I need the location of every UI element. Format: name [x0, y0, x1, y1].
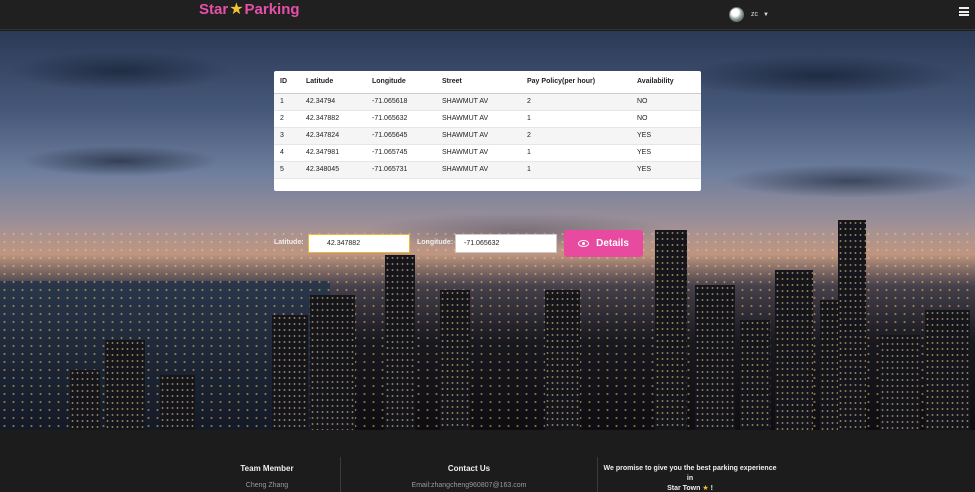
cell-id: 5 [274, 161, 300, 179]
brand-text-parking: Parking [244, 1, 300, 18]
coordinate-form: Latitude: Longitude: Details [274, 230, 694, 258]
team-member-name: Cheng Zhang [245, 482, 289, 489]
brand-logo[interactable]: Star ★ Parking [199, 1, 300, 18]
cell-latitude: 42.347824 [300, 127, 366, 145]
building [880, 335, 920, 430]
footer-divider [340, 457, 341, 492]
team-member-heading: Team Member [240, 464, 294, 473]
cell-pay-policy: 1 [521, 110, 631, 128]
longitude-label: Longitude: [417, 239, 454, 246]
cell-availability: YES [631, 144, 701, 162]
col-header-pay-policy: Pay Policy(per hour) [521, 71, 631, 94]
cell-street: SHAWMUT AV [436, 93, 521, 111]
latitude-label: Latitude: [274, 239, 304, 246]
cell-id: 3 [274, 127, 300, 145]
top-navbar: Star ★ Parking zc ▼ [0, 0, 975, 30]
cell-availability: YES [631, 127, 701, 145]
cell-availability: NO [631, 110, 701, 128]
building [655, 230, 687, 430]
longitude-input[interactable] [455, 234, 557, 253]
cell-latitude: 42.347981 [300, 144, 366, 162]
building [775, 270, 813, 430]
table-row[interactable]: 3 42.347824 -71.065645 SHAWMUT AV 2 YES [274, 127, 701, 145]
cell-longitude: -71.065745 [366, 144, 436, 162]
building [838, 220, 866, 430]
avatar[interactable] [729, 7, 744, 22]
star-icon: ★ [229, 0, 244, 18]
col-header-longitude: Longitude [366, 71, 436, 94]
cell-street: SHAWMUT AV [436, 127, 521, 145]
caret-down-icon[interactable]: ▼ [763, 12, 769, 18]
cell-street: SHAWMUT AV [436, 110, 521, 128]
building [310, 295, 355, 430]
footer-divider [597, 457, 598, 492]
user-menu[interactable]: zc ▼ [729, 7, 769, 22]
cell-street: SHAWMUT AV [436, 144, 521, 162]
table-row[interactable]: 5 42.348045 -71.065731 SHAWMUT AV 1 YES [274, 161, 701, 179]
building [105, 340, 145, 430]
footer-promise: We promise to give you the best parking … [600, 464, 780, 492]
table-row[interactable]: 1 42.34794 -71.065618 SHAWMUT AV 2 NO [274, 93, 701, 111]
building [695, 285, 735, 430]
details-button-label: Details [596, 238, 629, 249]
details-button[interactable]: Details [564, 230, 643, 257]
cell-availability: NO [631, 93, 701, 111]
promise-line-1: We promise to give you the best parking … [603, 465, 777, 482]
cell-id: 4 [274, 144, 300, 162]
building [160, 375, 195, 430]
footer: Team Member Cheng Zhang Contact Us Email… [0, 430, 975, 492]
hamburger-menu-icon[interactable] [959, 7, 969, 16]
col-header-street: Street [436, 71, 521, 94]
eye-icon [578, 240, 590, 247]
building [925, 310, 970, 430]
contact-email[interactable]: Email:zhangcheng960807@163.com [380, 482, 558, 489]
col-header-availability: Availability [631, 71, 701, 94]
parking-table: ID Latitude Longitude Street Pay Policy(… [274, 71, 701, 179]
user-name[interactable]: zc [751, 11, 758, 18]
cell-pay-policy: 2 [521, 93, 631, 111]
building [740, 320, 770, 430]
footer-contact-column: Contact Us Email:zhangcheng960807@163.co… [380, 464, 558, 489]
table-header-row: ID Latitude Longitude Street Pay Policy(… [274, 71, 701, 94]
col-header-latitude: Latitude [300, 71, 366, 94]
cell-latitude: 42.348045 [300, 161, 366, 179]
latitude-input[interactable] [308, 234, 410, 253]
promise-exclamation: ! [710, 485, 713, 492]
cell-street: SHAWMUT AV [436, 161, 521, 179]
parking-table-panel: ID Latitude Longitude Street Pay Policy(… [274, 71, 701, 191]
building [440, 290, 470, 430]
col-header-id: ID [274, 71, 300, 94]
table-row[interactable]: 4 42.347981 -71.065745 SHAWMUT AV 1 YES [274, 144, 701, 162]
cell-latitude: 42.347882 [300, 110, 366, 128]
cell-longitude: -71.065618 [366, 93, 436, 111]
building [385, 255, 415, 430]
cell-longitude: -71.065645 [366, 127, 436, 145]
brand-text-star: Star [199, 1, 229, 18]
footer-team-column: Team Member Cheng Zhang [197, 464, 337, 489]
cell-id: 1 [274, 93, 300, 111]
cell-longitude: -71.065731 [366, 161, 436, 179]
cell-pay-policy: 2 [521, 127, 631, 145]
cell-latitude: 42.34794 [300, 93, 366, 111]
contact-us-heading: Contact Us [447, 464, 491, 473]
building [272, 315, 308, 430]
cell-pay-policy: 1 [521, 161, 631, 179]
building [70, 370, 100, 430]
promise-line-2: Star Town ★ ! [600, 484, 780, 492]
table-row[interactable]: 2 42.347882 -71.065632 SHAWMUT AV 1 NO [274, 110, 701, 128]
star-icon: ★ [702, 485, 709, 492]
cell-longitude: -71.065632 [366, 110, 436, 128]
cell-availability: YES [631, 161, 701, 179]
cell-id: 2 [274, 110, 300, 128]
building [545, 290, 580, 430]
cell-pay-policy: 1 [521, 144, 631, 162]
promise-star-town: Star Town [667, 485, 701, 492]
